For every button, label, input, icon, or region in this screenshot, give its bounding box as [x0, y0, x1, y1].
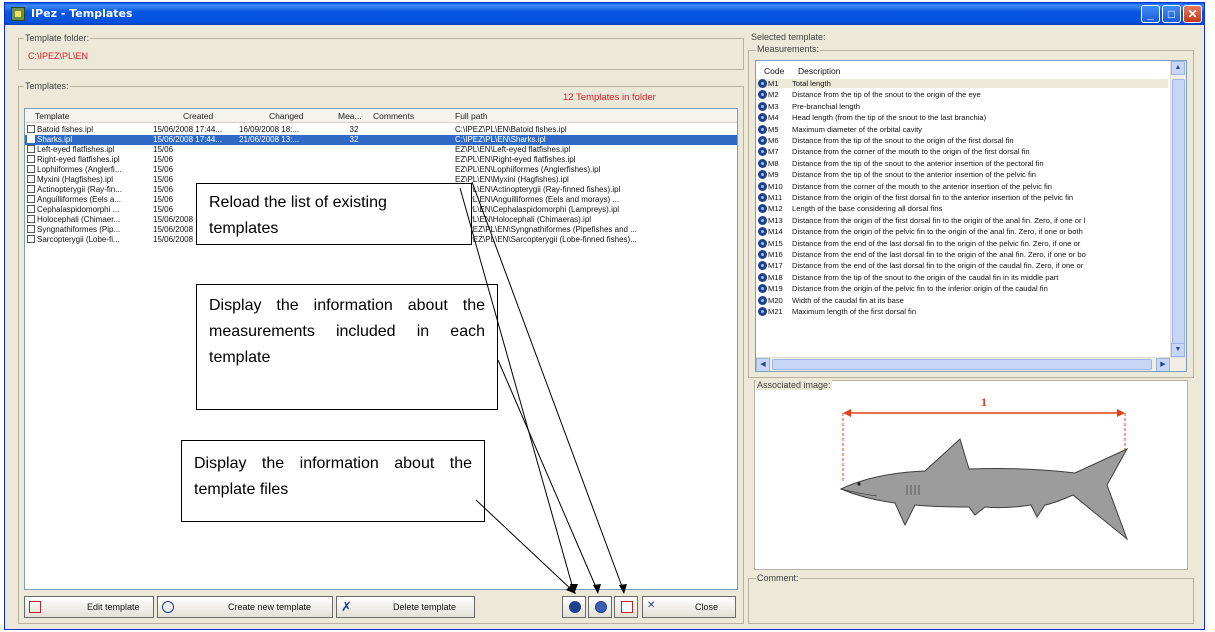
- callout-pointers: [459, 181, 627, 594]
- associated-image-label: Associated image:: [756, 380, 832, 390]
- pointer-measurements: [497, 359, 599, 593]
- pointer-measurements-head: [593, 584, 601, 594]
- pointer-extra: [471, 181, 625, 593]
- pointer-files: [475, 499, 575, 593]
- pointer-extra-head: [619, 584, 627, 594]
- pointer-reload: [459, 187, 575, 593]
